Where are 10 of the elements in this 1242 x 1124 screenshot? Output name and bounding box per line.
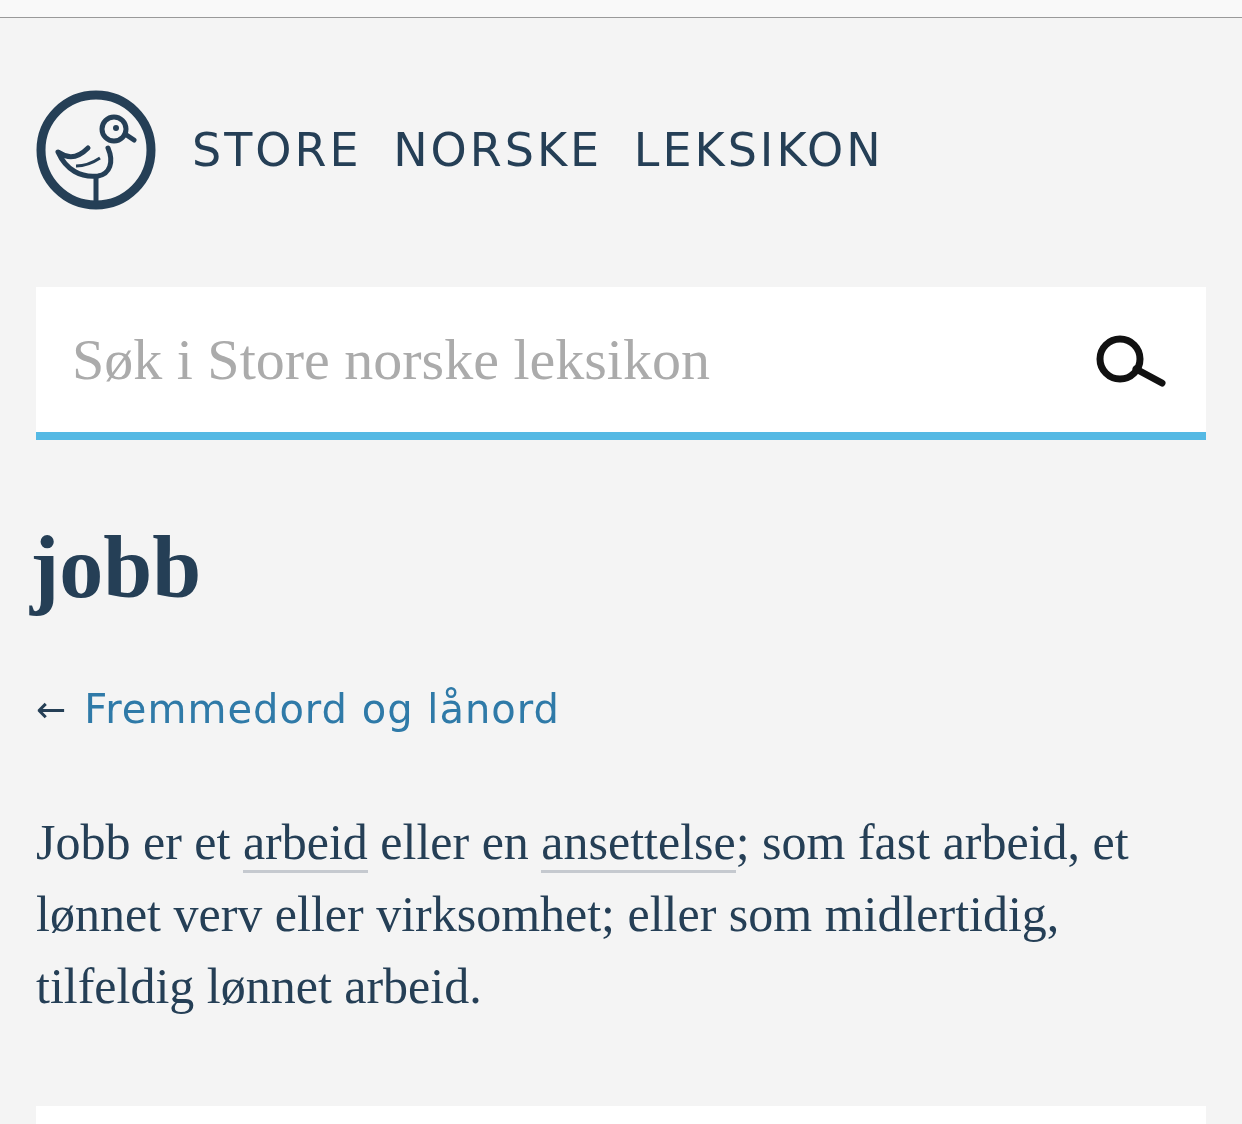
article-title: jobb (30, 518, 203, 618)
search-field[interactable]: Søk i Store norske leksikon (36, 287, 1206, 440)
article-link[interactable]: ansettelse (541, 814, 736, 873)
category-link[interactable]: Fremmedord og lånord (84, 686, 560, 732)
bird-logo-icon[interactable] (36, 90, 156, 210)
search-icon[interactable] (1094, 333, 1166, 389)
site-title[interactable]: STORE NORSKE LEKSIKON (192, 123, 884, 177)
article-link[interactable]: arbeid (242, 814, 368, 873)
back-arrow-icon[interactable]: ← (36, 688, 67, 730)
article-paragraph: Jobb er et arbeid eller en ansettelse; som fast arbeid, et lønnet verv eller virksomhet; eller som midlertidig, tilfeldig lønnet arbeid. (36, 813, 1130, 1016)
